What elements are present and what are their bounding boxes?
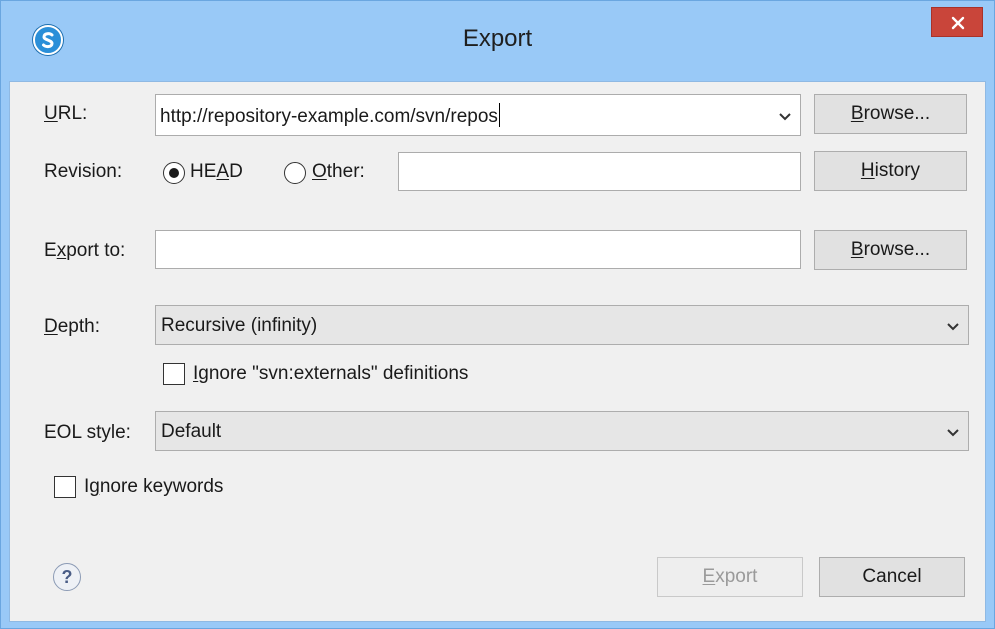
ignore-keywords-label[interactable]: Ignore keywords (84, 476, 223, 498)
eol-style-select[interactable]: Default (155, 411, 969, 451)
chevron-down-icon[interactable] (778, 112, 792, 122)
url-combobox[interactable]: http://repository-example.com/svn/repos (155, 94, 801, 136)
depth-label: Depth: (44, 316, 100, 337)
ignore-keywords-checkbox[interactable] (54, 476, 76, 498)
window-title: Export (462, 25, 533, 52)
depth-select[interactable]: Recursive (infinity) (155, 305, 969, 345)
ignore-externals-label[interactable]: Ignore "svn:externals" definitions (193, 363, 468, 385)
export-to-browse-button[interactable]: Browse... (814, 230, 967, 270)
chevron-down-icon (947, 429, 959, 437)
help-icon[interactable]: ? (53, 563, 81, 591)
radio-selected-dot (169, 168, 179, 178)
export-to-input[interactable] (155, 230, 801, 269)
export-button[interactable]: Export (657, 557, 803, 597)
close-icon (951, 16, 965, 30)
text-caret (498, 103, 500, 127)
url-browse-button[interactable]: Browse... (814, 94, 967, 134)
head-radio[interactable] (163, 162, 185, 184)
other-radio-label[interactable]: Other: (312, 161, 365, 183)
close-button[interactable] (931, 7, 983, 37)
export-dialog-window: Export URL: http://repository-example.co… (0, 0, 995, 629)
history-button[interactable]: History (814, 151, 967, 191)
other-revision-input[interactable] (398, 152, 801, 191)
revision-label: Revision: (44, 161, 123, 182)
title-bar[interactable]: Export (1, 1, 994, 81)
cancel-button[interactable]: Cancel (819, 557, 965, 597)
head-radio-label[interactable]: HEAD (190, 161, 243, 183)
ignore-externals-checkbox[interactable] (163, 363, 185, 385)
dialog-body: URL: http://repository-example.com/svn/r… (9, 81, 986, 622)
eol-style-label: EOL style: (44, 422, 131, 443)
url-input[interactable]: http://repository-example.com/svn/repos (160, 103, 500, 128)
other-radio[interactable] (284, 162, 306, 184)
chevron-down-icon (947, 323, 959, 331)
url-label: URL: (44, 103, 88, 124)
export-to-label: Export to: (44, 240, 126, 261)
